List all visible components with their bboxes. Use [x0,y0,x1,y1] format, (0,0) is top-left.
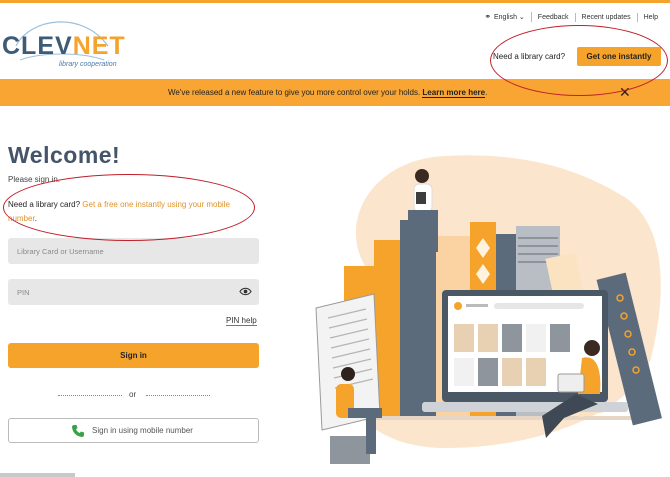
logo-wordmark: CLEVNET [2,32,126,61]
sign-in-button[interactable]: Sign in [8,343,259,368]
recent-updates-link[interactable]: Recent updates [576,12,638,22]
get-card-button[interactable]: Get one instantly [577,47,661,66]
clevnet-logo[interactable]: CLEVNET library cooperation [2,16,125,68]
mobile-sign-in-label: Sign in using mobile number [92,426,193,435]
divider-line-left [58,395,122,396]
library-card-prompt: Need a library card? [493,52,566,61]
feedback-link[interactable]: Feedback [532,12,576,22]
horizontal-scrollbar[interactable] [0,473,75,477]
language-label: English [494,14,517,21]
need-card-text: Need a library card? Get a free one inst… [8,198,258,226]
username-input[interactable] [8,238,259,264]
or-divider: or [58,390,210,400]
library-illustration [315,155,662,464]
need-card-trailing: . [34,214,37,223]
divider-line-right [146,395,210,396]
globe-icon: ⚭ [484,12,492,21]
utility-nav: ⚭ English ⌄ Feedback Recent updates Help [478,12,664,22]
book [400,220,436,416]
logo-text-accent: NET [72,32,126,60]
username-field[interactable] [8,238,259,264]
top-accent-bar [0,0,670,3]
announcement-banner: We've released a new feature to give you… [0,79,670,106]
pin-help-link[interactable]: PIN help [226,316,257,326]
sign-in-subtitle: Please sign in. [8,175,61,184]
chevron-down-icon: ⌄ [518,14,525,21]
or-label: or [129,390,137,399]
banner-message: We've released a new feature to give you… [168,88,488,98]
need-card-label: Need a library card? [8,200,81,209]
learn-more-link[interactable]: Learn more here [422,88,486,98]
banner-text: We've released a new feature to give you… [168,88,421,97]
page-title: Welcome! [8,142,121,168]
logo-text: CLEV [2,32,73,60]
language-selector[interactable]: ⚭ English ⌄ [478,12,532,22]
pin-field[interactable] [8,279,259,305]
logo-tagline: library cooperation [59,61,117,68]
help-link[interactable]: Help [638,13,664,22]
banner-trailing: . [485,88,488,97]
phone-icon [72,425,84,437]
eye-icon[interactable] [239,287,252,296]
close-icon[interactable]: ✕ [619,85,631,99]
mobile-sign-in-button[interactable]: Sign in using mobile number [8,418,259,443]
pin-input[interactable] [8,279,259,305]
